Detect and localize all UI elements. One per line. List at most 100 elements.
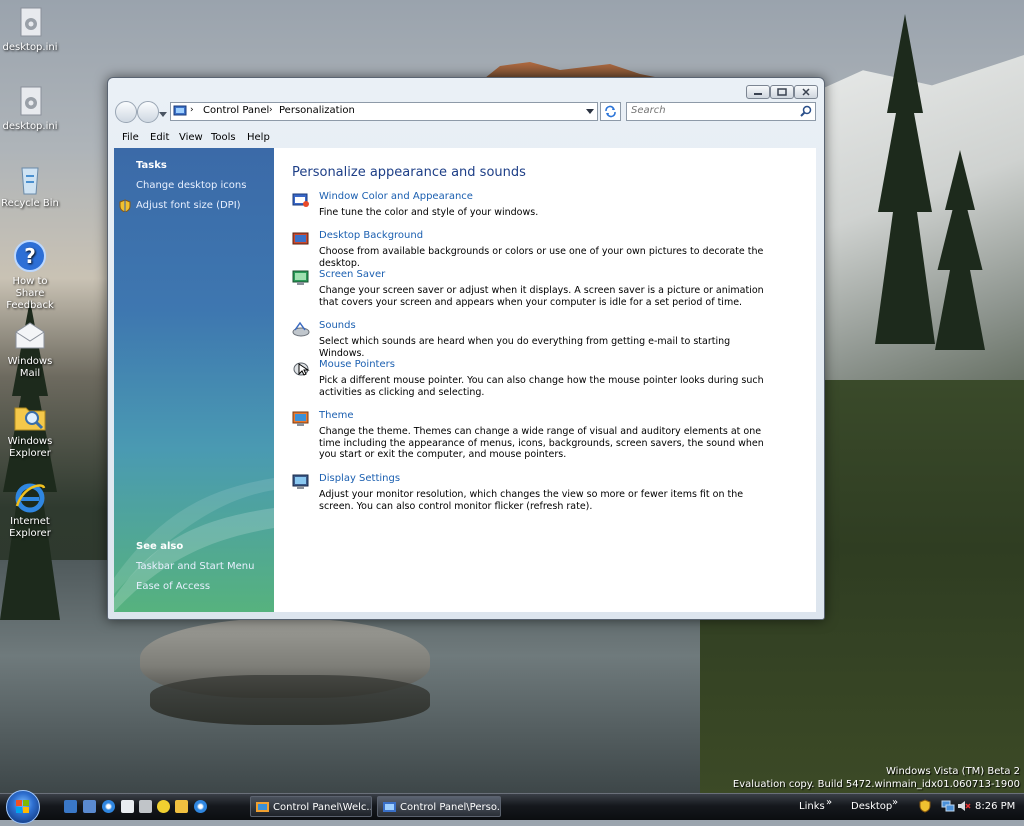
desktop-icon-recycle-bin[interactable]: Recycle Bin [0, 162, 60, 210]
control-panel-icon [173, 105, 187, 116]
network-icon[interactable] [941, 799, 955, 813]
task-change-desktop-icons[interactable]: Change desktop icons [136, 180, 246, 191]
security-shield-icon[interactable] [919, 799, 931, 813]
refresh-icon [605, 105, 616, 118]
menu-tools[interactable]: Tools [211, 132, 236, 143]
link-screen-saver[interactable]: Screen Saver [319, 269, 385, 280]
link-theme[interactable]: Theme [319, 410, 354, 421]
search-icon[interactable] [800, 105, 812, 117]
desktop-icon-label: desktop.ini [2, 121, 58, 132]
forward-button[interactable] [137, 101, 159, 123]
wallpaper-tree [875, 14, 935, 344]
mail-quicklaunch-icon[interactable] [121, 800, 134, 813]
address-bar[interactable]: › Control Panel › Personalization [170, 102, 598, 121]
desktop-icon-desktop-ini[interactable]: desktop.ini [0, 85, 60, 133]
svg-text:?: ? [24, 244, 36, 268]
desktop-icon-label: How to Share Feedback [6, 276, 54, 311]
sounds-icon [292, 321, 310, 337]
desc-sounds: Select which sounds are heard when you d… [319, 336, 731, 359]
see-also-taskbar-start-menu[interactable]: Taskbar and Start Menu [136, 561, 254, 572]
help-icon: ? [13, 240, 47, 274]
desktop-icon-desktop-ini[interactable]: desktop.ini [0, 6, 60, 54]
control-panel-icon [383, 802, 396, 812]
volume-muted-icon[interactable] [957, 799, 971, 813]
desc-screen-saver: Change your screen saver or adjust when … [319, 285, 764, 308]
recent-pages-dropdown[interactable] [159, 108, 167, 117]
desc-window-color: Fine tune the color and style of your wi… [319, 207, 539, 218]
desktop-background-icon [292, 232, 309, 245]
close-button[interactable] [794, 85, 818, 99]
switch-windows-icon[interactable] [83, 800, 96, 813]
link-mouse-pointers[interactable]: Mouse Pointers [319, 359, 395, 370]
desktop-icon-how-to-share-feedback[interactable]: ? How to Share Feedback [0, 240, 60, 312]
desktop-toolbar[interactable]: Desktop [851, 801, 892, 812]
file-gear-icon [13, 85, 47, 119]
mail-icon [13, 320, 47, 354]
desktop-icon-label: Internet Explorer [9, 516, 51, 539]
page-title: Personalize appearance and sounds [292, 165, 526, 180]
taskbar-button-control-panel-personalization[interactable]: Control Panel\Perso... [377, 796, 501, 817]
ie-quicklaunch-icon[interactable] [102, 800, 115, 813]
media-quicklaunch-icon[interactable] [139, 800, 152, 813]
desktop-icon-label: Windows Mail [7, 356, 53, 379]
mouse-pointer-icon [293, 362, 310, 376]
link-desktop-background[interactable]: Desktop Background [319, 230, 423, 241]
breadcrumb-separator-icon: › [269, 105, 273, 115]
menu-edit[interactable]: Edit [150, 132, 169, 143]
link-display-settings[interactable]: Display Settings [319, 473, 400, 484]
desc-theme: Change the theme. Themes can change a wi… [319, 426, 764, 460]
address-dropdown-icon[interactable] [586, 109, 594, 115]
task-pane: Tasks Change desktop icons Adjust font s… [114, 148, 274, 612]
desc-mouse-pointers: Pick a different mouse pointer. You can … [319, 375, 764, 398]
breadcrumb-personalization[interactable]: Personalization [279, 105, 355, 116]
content-pane: Personalize appearance and sounds Window… [274, 148, 816, 612]
desktop-icon-internet-explorer[interactable]: Internet Explorer [0, 480, 60, 540]
show-desktop-icon[interactable] [64, 800, 77, 813]
menu-bar: File Edit View Tools Help [110, 129, 818, 147]
links-chevron-icon[interactable]: » [826, 797, 832, 808]
taskbar: Control Panel\Welc... Control Panel\Pers… [0, 790, 1024, 824]
recycle-bin-icon [13, 162, 47, 196]
smiley-quicklaunch-icon[interactable] [157, 800, 170, 813]
screen-saver-icon [292, 270, 309, 285]
taskbar-button-control-panel-welcome[interactable]: Control Panel\Welc... [250, 796, 372, 817]
control-panel-icon [256, 802, 269, 812]
taskbar-button-label: Control Panel\Perso... [400, 802, 501, 813]
menu-file[interactable]: File [122, 132, 139, 143]
back-button[interactable] [115, 101, 137, 123]
refresh-button[interactable] [600, 102, 621, 121]
link-sounds[interactable]: Sounds [319, 320, 356, 331]
see-also-heading: See also [136, 541, 184, 552]
evaluation-watermark-line1: Windows Vista (TM) Beta 2 [886, 766, 1020, 777]
link-window-color[interactable]: Window Color and Appearance [319, 191, 473, 202]
desktop-chevron-icon[interactable]: » [892, 797, 898, 808]
file-gear-icon [13, 6, 47, 40]
taskbar-button-label: Control Panel\Welc... [273, 802, 372, 813]
desktop-icon-windows-explorer[interactable]: Windows Explorer [0, 400, 60, 460]
desktop-icon-label: desktop.ini [2, 42, 58, 53]
menu-view[interactable]: View [179, 132, 203, 143]
menu-help[interactable]: Help [247, 132, 270, 143]
minimize-button[interactable] [746, 85, 770, 99]
desc-display-settings: Adjust your monitor resolution, which ch… [319, 489, 744, 512]
wallpaper-rock-reflection [150, 675, 430, 725]
shield-icon [119, 199, 131, 212]
windows-logo-icon [16, 800, 29, 813]
control-panel-window: › Control Panel › Personalization File E… [107, 77, 825, 620]
window-color-icon [292, 193, 309, 207]
ie2-quicklaunch-icon[interactable] [194, 800, 207, 813]
desktop-icon-windows-mail[interactable]: Windows Mail [0, 320, 60, 380]
task-adjust-font-size[interactable]: Adjust font size (DPI) [136, 200, 241, 211]
folder-quicklaunch-icon[interactable] [175, 800, 188, 813]
links-toolbar[interactable]: Links [799, 801, 825, 812]
search-input[interactable] [627, 103, 791, 118]
desktop-icon-label: Recycle Bin [1, 198, 59, 209]
evaluation-watermark-line2: Evaluation copy. Build 5472.winmain_idx0… [732, 779, 1020, 790]
clock[interactable]: 8:26 PM [975, 801, 1015, 812]
search-box[interactable] [626, 102, 816, 121]
aurora-decoration [114, 478, 274, 612]
maximize-button[interactable] [770, 85, 794, 99]
breadcrumb-control-panel[interactable]: Control Panel [203, 105, 269, 116]
see-also-ease-of-access[interactable]: Ease of Access [136, 581, 210, 592]
folder-search-icon [13, 400, 47, 434]
